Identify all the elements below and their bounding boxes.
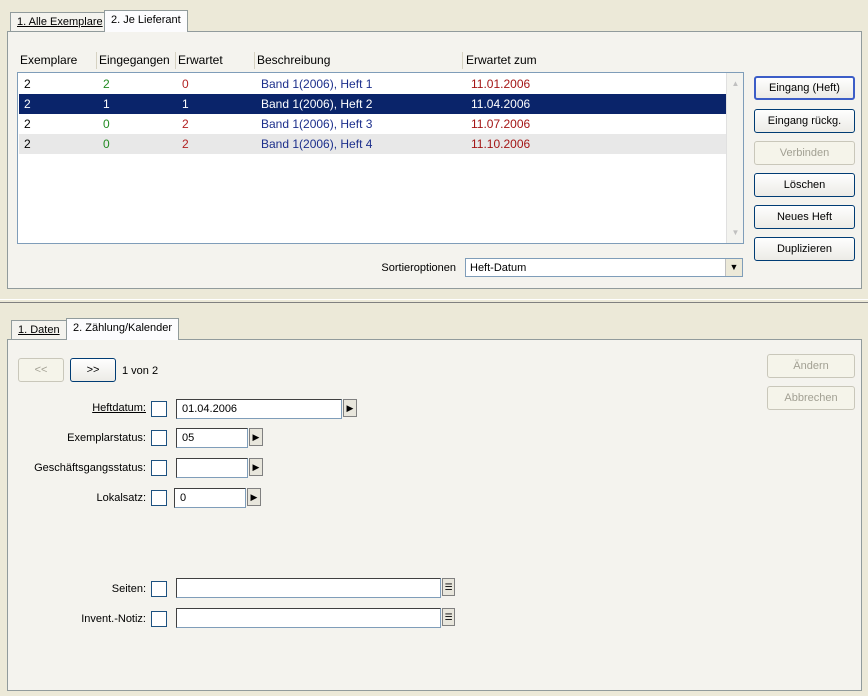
sort-value: Heft-Datum: [470, 262, 527, 274]
cell-eingegangen: 0: [103, 137, 110, 151]
geschaeftsgang-checkbox[interactable]: [151, 460, 167, 476]
heftdatum-value: 01.04.2006: [182, 403, 238, 415]
invent-notiz-notes-icon[interactable]: ☰: [442, 608, 455, 626]
eingang-heft-button[interactable]: Eingang (Heft): [754, 76, 855, 100]
col-beschreibung[interactable]: Beschreibung: [257, 53, 330, 67]
col-erwartet[interactable]: Erwartet: [178, 53, 223, 67]
invent-notiz-field[interactable]: [176, 608, 441, 628]
lokalsatz-value: 0: [180, 492, 187, 504]
table-row[interactable]: 2 2 0 Band 1(2006), Heft 1 11.01.2006: [19, 74, 726, 94]
tab-zaehlung-kalender-label: 2. Zählung/Kalender: [73, 322, 173, 334]
geschaeftsgang-arrow-icon[interactable]: ▶: [249, 458, 263, 476]
next-button[interactable]: >>: [70, 358, 116, 382]
lokalsatz-arrow-icon[interactable]: ▶: [247, 488, 261, 506]
sort-label: Sortieroptionen: [381, 262, 456, 274]
cell-beschreibung: Band 1(2006), Heft 4: [261, 137, 373, 151]
seiten-label: Seiten:: [111, 583, 146, 595]
cell-erwartet: 2: [182, 137, 189, 151]
cell-beschreibung: Band 1(2006), Heft 1: [261, 77, 373, 91]
cell-erwartet-zum: 11.07.2006: [471, 117, 531, 131]
lokalsatz-checkbox[interactable]: [151, 490, 167, 506]
col-erwartet-zum[interactable]: Erwartet zum: [466, 53, 537, 67]
exemplarstatus-arrow-icon[interactable]: ▶: [249, 428, 263, 446]
exemplarstatus-label: Exemplarstatus:: [67, 432, 146, 444]
col-exemplare[interactable]: Exemplare: [20, 53, 77, 67]
cell-erwartet-zum: 11.04.2006: [471, 97, 531, 111]
tab-daten-label: 1. Daten: [18, 324, 60, 336]
col-separator: [175, 52, 176, 69]
table-row[interactable]: 2 1 1 Band 1(2006), Heft 2 11.04.2006: [19, 94, 726, 114]
neues-heft-button[interactable]: Neues Heft: [754, 205, 855, 229]
exemplarstatus-checkbox[interactable]: [151, 430, 167, 446]
tab-daten[interactable]: 1. Daten: [11, 320, 67, 340]
duplizieren-button[interactable]: Duplizieren: [754, 237, 855, 261]
table-row[interactable]: 2 0 2 Band 1(2006), Heft 3 11.07.2006: [19, 114, 726, 134]
cell-erwartet: 1: [182, 97, 189, 111]
geschaeftsgang-field[interactable]: [176, 458, 248, 478]
seiten-field[interactable]: [176, 578, 441, 598]
cell-exemplare: 2: [24, 117, 31, 131]
verbinden-button[interactable]: Verbinden: [754, 141, 855, 165]
bottom-panel: [7, 339, 862, 691]
cell-exemplare: 2: [24, 97, 31, 111]
col-eingegangen[interactable]: Eingegangen: [99, 53, 170, 67]
lokalsatz-field[interactable]: 0: [174, 488, 246, 508]
tab-alle-exemplare[interactable]: 1. Alle Exemplare: [10, 12, 110, 32]
aendern-button[interactable]: Ändern: [767, 354, 855, 378]
cell-exemplare: 2: [24, 137, 31, 151]
scroll-up-icon[interactable]: ▲: [728, 76, 743, 91]
heftdatum-label: Heftdatum:: [92, 402, 146, 414]
col-separator: [462, 52, 463, 69]
eingang-rueckg-button[interactable]: Eingang rückg.: [754, 109, 855, 133]
issue-list[interactable]: 2 2 0 Band 1(2006), Heft 1 11.01.2006 2 …: [17, 72, 744, 244]
cell-erwartet-zum: 11.10.2006: [471, 137, 531, 151]
heftdatum-arrow-icon[interactable]: ▶: [343, 399, 357, 417]
cell-erwartet: 2: [182, 117, 189, 131]
cell-eingegangen: 2: [103, 77, 110, 91]
prev-button[interactable]: <<: [18, 358, 64, 382]
scroll-down-icon[interactable]: ▼: [728, 225, 743, 240]
seiten-notes-icon[interactable]: ☰: [442, 578, 455, 596]
tab-je-lieferant[interactable]: 2. Je Lieferant: [104, 10, 188, 32]
cell-eingegangen: 0: [103, 117, 110, 131]
geschaeftsgang-label: Geschäftsgangsstatus:: [34, 462, 146, 474]
list-scrollbar[interactable]: ▲ ▼: [726, 73, 743, 243]
heftdatum-checkbox[interactable]: [151, 401, 167, 417]
invent-notiz-label: Invent.-Notiz:: [81, 613, 146, 625]
exemplarstatus-value: 05: [182, 432, 195, 444]
tab-zaehlung-kalender[interactable]: 2. Zählung/Kalender: [66, 318, 180, 340]
lokalsatz-label: Lokalsatz:: [96, 492, 146, 504]
record-counter: 1 von 2: [122, 365, 159, 377]
splitter[interactable]: [0, 299, 868, 303]
heftdatum-field[interactable]: 01.04.2006: [176, 399, 342, 419]
cell-beschreibung: Band 1(2006), Heft 3: [261, 117, 373, 131]
abbrechen-button[interactable]: Abbrechen: [767, 386, 855, 410]
exemplarstatus-field[interactable]: 05: [176, 428, 248, 448]
cell-beschreibung: Band 1(2006), Heft 2: [261, 97, 373, 111]
tab-je-lieferant-label: 2. Je Lieferant: [111, 14, 181, 26]
invent-notiz-checkbox[interactable]: [151, 611, 167, 627]
table-row[interactable]: 2 0 2 Band 1(2006), Heft 4 11.10.2006: [19, 134, 726, 154]
chevron-down-icon[interactable]: ▼: [725, 259, 742, 276]
cell-exemplare: 2: [24, 77, 31, 91]
cell-erwartet-zum: 11.01.2006: [471, 77, 531, 91]
col-separator: [254, 52, 255, 69]
sort-select[interactable]: Heft-Datum ▼: [465, 258, 743, 277]
tab-alle-exemplare-label: 1. Alle Exemplare: [17, 16, 103, 28]
cell-eingegangen: 1: [103, 97, 110, 111]
loeschen-button[interactable]: Löschen: [754, 173, 855, 197]
col-separator: [96, 52, 97, 69]
cell-erwartet: 0: [182, 77, 189, 91]
seiten-checkbox[interactable]: [151, 581, 167, 597]
